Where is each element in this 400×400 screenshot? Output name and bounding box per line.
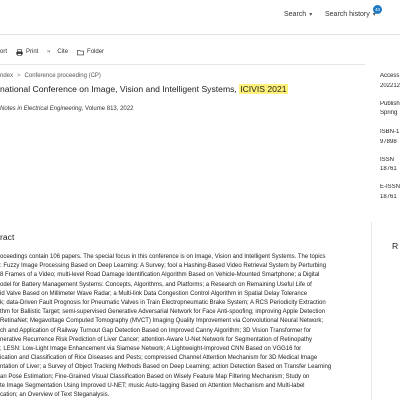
abstract-line: nerative Recurrence Risk Prediction of L… bbox=[0, 336, 313, 343]
publisher-label: Publish bbox=[380, 101, 400, 107]
abstract-line: id Valve Based on Millimeter Wave Radar;… bbox=[0, 290, 308, 297]
search-label: Search bbox=[284, 11, 307, 18]
breadcrumb: ndex > Conference proceeding (CP) bbox=[0, 73, 101, 79]
abstract-line: 8 Frames of a Video; multi-level Road Da… bbox=[0, 272, 320, 279]
print-label: Print bbox=[26, 49, 39, 55]
issn-link[interactable]: 18761 bbox=[380, 166, 400, 172]
publisher-value: Spring bbox=[380, 110, 398, 116]
folder-button[interactable]: Folder bbox=[77, 49, 104, 56]
abstract-line: oceedings contain 106 papers. The specia… bbox=[0, 254, 326, 260]
abstract-line: an Pose Estimation; Fine-Grained Visual … bbox=[0, 373, 310, 380]
folder-label: Folder bbox=[87, 49, 105, 55]
breadcrumb-item-index[interactable]: ndex bbox=[0, 73, 13, 79]
abstract-line: ication and Classification of Rice Disea… bbox=[0, 355, 318, 362]
title-text: national Conference on Image, Vision and… bbox=[0, 84, 240, 94]
page-title: national Conference on Image, Vision and… bbox=[0, 84, 288, 94]
search-history-nav[interactable]: Search history ▾ bbox=[325, 11, 376, 18]
series-name[interactable]: Notes in Electrical Engineering bbox=[0, 106, 82, 112]
issn-label: ISSN bbox=[380, 157, 395, 163]
abstract-line: : Fuzzy Image Processing Based on Deep L… bbox=[0, 263, 327, 270]
right-panel-heading: R bbox=[392, 241, 399, 251]
chevron-down-icon: ▾ bbox=[309, 12, 313, 18]
cite-button[interactable]: ” Cite bbox=[47, 49, 68, 56]
abstract-line: ntation of Liver; a Survey of Object Tra… bbox=[0, 364, 332, 371]
abstract-line: odel for Battery Management Systems: Con… bbox=[0, 281, 312, 288]
access-label: Access bbox=[380, 73, 400, 79]
breadcrumb-item-type[interactable]: Conference proceeding (CP) bbox=[25, 73, 101, 79]
print-icon bbox=[16, 48, 23, 56]
eissn-label: E-ISSN bbox=[380, 184, 400, 190]
eissn-link[interactable]: 18761 bbox=[380, 194, 400, 200]
toolbar-divider bbox=[0, 64, 365, 65]
abstract-line: k; data-Driven Fault Prognosis for Pneum… bbox=[0, 300, 326, 307]
isbn-label: ISBN-1 bbox=[380, 129, 400, 135]
abstract-heading: ract bbox=[0, 232, 15, 242]
series-info: Notes in Electrical Engineering, Volume … bbox=[0, 106, 133, 112]
abstract-line: cation; an Overview of Text Steganalysis… bbox=[0, 392, 110, 399]
series-volume: , Volume 813, 2022 bbox=[81, 106, 134, 112]
export-label: ort bbox=[0, 49, 8, 55]
top-bar: Search ▾ Search history ▾ 40 bbox=[0, 0, 400, 34]
header-divider bbox=[0, 34, 400, 35]
search-history-label: Search history bbox=[325, 11, 370, 18]
print-button[interactable]: Print bbox=[16, 48, 39, 56]
abstract-line: thm for Ballistic Target; semi-supervise… bbox=[0, 309, 326, 316]
export-button[interactable]: ort bbox=[0, 49, 7, 55]
quote-icon: ” bbox=[47, 49, 51, 56]
abstract-line: RetinaNet; Megavoltage Computed Tomograp… bbox=[0, 318, 324, 325]
svg-text:”: ” bbox=[47, 49, 51, 56]
abstract-body: oceedings contain 106 papers. The specia… bbox=[0, 253, 365, 400]
cite-label: Cite bbox=[57, 49, 69, 55]
folder-icon bbox=[77, 49, 84, 55]
abstract-line: ; LESN: Low-Light Image Enhancement via … bbox=[0, 346, 302, 353]
abstract-line: te Image Segmentation Using Improved U-N… bbox=[0, 382, 305, 389]
search-nav[interactable]: Search ▾ bbox=[284, 11, 312, 18]
breadcrumb-separator: > bbox=[17, 73, 21, 79]
abstract-line: ch and Application of Railway Turnout Ga… bbox=[0, 327, 312, 334]
document-toolbar: ort Print ” Cite Folder bbox=[0, 46, 113, 58]
title-highlight: ICIVIS 2021 bbox=[239, 84, 288, 94]
access-value: 202212 bbox=[380, 83, 400, 89]
isbn-link[interactable]: 97898 bbox=[380, 139, 400, 145]
history-count-badge: 40 bbox=[373, 5, 382, 14]
panel-divider bbox=[371, 222, 372, 400]
